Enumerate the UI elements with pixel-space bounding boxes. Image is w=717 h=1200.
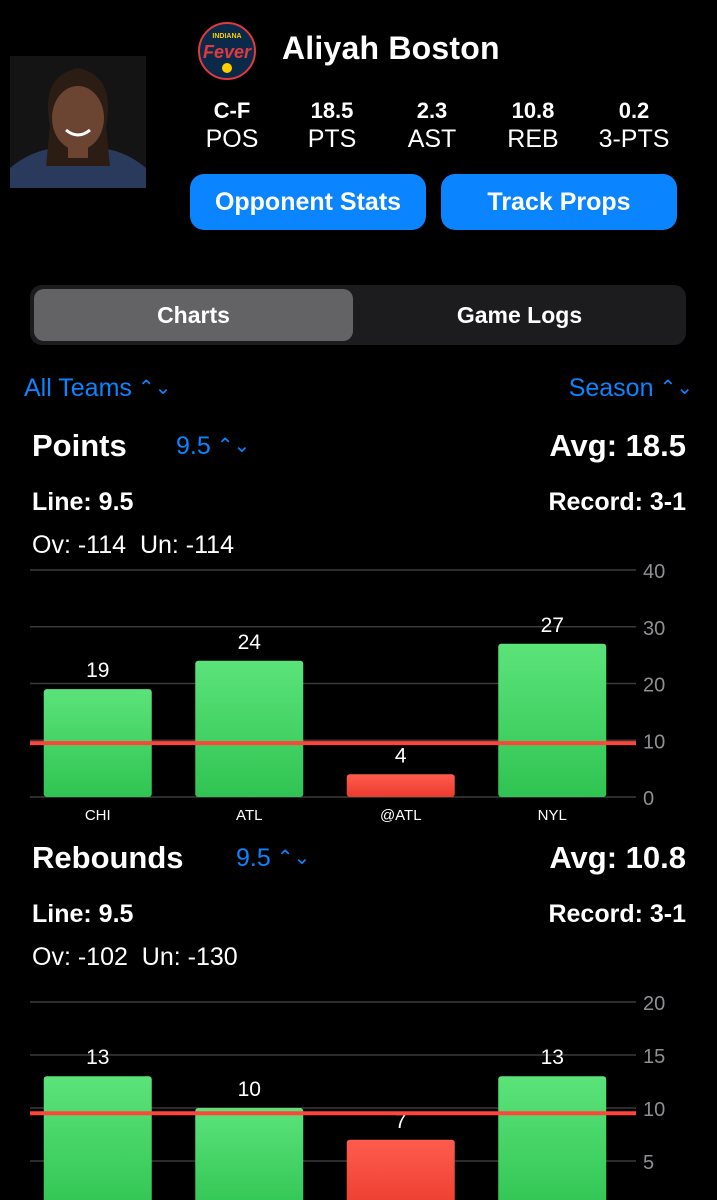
y-tick-label: 20	[643, 675, 665, 697]
rebounds-odds: Ov: -102 Un: -130	[32, 943, 238, 972]
bar	[498, 643, 607, 797]
points-line: Line: 9.5	[32, 488, 134, 516]
stat-value: 18.5	[310, 98, 354, 123]
over-odds: Ov: -102	[32, 943, 128, 971]
bar-value-label: 10	[238, 1078, 261, 1101]
y-tick-label: 10	[643, 731, 665, 753]
points-line-value: 9.5	[176, 432, 211, 460]
chevron-updown-icon: ⌃⌄	[137, 377, 172, 399]
y-tick-label: 10	[643, 1099, 665, 1121]
player-photo	[10, 56, 146, 188]
x-category-label: NYL	[538, 807, 567, 824]
tab-game-logs[interactable]: Game Logs	[357, 289, 682, 341]
stat-label: PTS	[307, 125, 357, 153]
stat-value: 2.3	[416, 98, 448, 123]
svg-text:Fever: Fever	[203, 42, 252, 62]
bar	[346, 774, 455, 797]
points-record: Record: 3-1	[548, 488, 686, 516]
stat-reb: 10.8 REB	[483, 98, 583, 154]
team-logo: INDIANA Fever	[190, 22, 264, 80]
period-filter[interactable]: Season ⌃⌄	[569, 374, 693, 403]
chevron-updown-icon: ⌃⌄	[216, 435, 251, 457]
x-category-label: @ATL	[380, 807, 422, 824]
stat-label: 3-PTS	[598, 125, 670, 153]
bar-value-label: 19	[86, 659, 109, 682]
period-filter-label: Season	[568, 374, 654, 402]
y-tick-label: 0	[643, 788, 654, 810]
bar-value-label: 4	[395, 744, 407, 767]
view-segmented-control: Charts Game Logs	[30, 285, 686, 345]
rebounds-line-select[interactable]: 9.5 ⌃⌄	[236, 844, 310, 873]
rebounds-avg: Avg: 10.8	[549, 840, 686, 875]
tab-charts[interactable]: Charts	[34, 289, 353, 341]
bar	[195, 1108, 304, 1200]
bar	[43, 1076, 152, 1200]
points-title: Points	[32, 428, 127, 463]
y-tick-label: 20	[643, 993, 665, 1015]
rebounds-line-value: 9.5	[236, 844, 271, 872]
bar	[195, 660, 304, 797]
points-line-select[interactable]: 9.5 ⌃⌄	[176, 432, 250, 461]
x-category-label: ATL	[236, 807, 262, 824]
stat-value: C-F	[213, 98, 251, 123]
chevron-updown-icon: ⌃⌄	[659, 377, 693, 399]
points-chart: 0 10 20 30 40 19 CHI 24 ATL 4 @ATL 27 NYL	[30, 561, 665, 824]
teams-filter-label: All Teams	[24, 374, 132, 402]
bar-value-label: 13	[541, 1046, 564, 1069]
rebounds-title: Rebounds	[32, 840, 184, 875]
player-name: Aliyah Boston	[282, 30, 500, 66]
stat-3pts: 0.2 3-PTS	[584, 98, 684, 154]
stat-label: POS	[205, 125, 259, 153]
under-odds: Un: -114	[139, 531, 234, 559]
stat-pos: C-F POS	[182, 98, 282, 154]
bar	[498, 1076, 607, 1200]
bar-value-label: 27	[541, 614, 564, 637]
points-avg: Avg: 18.5	[549, 428, 686, 463]
under-odds: Un: -130	[141, 943, 238, 971]
track-props-button[interactable]: Track Props	[441, 174, 677, 230]
rebounds-chart: 51015201310713	[30, 993, 665, 1200]
svg-text:INDIANA: INDIANA	[212, 33, 241, 40]
stat-value: 0.2	[618, 98, 650, 123]
stat-ast: 2.3 AST	[382, 98, 482, 154]
over-odds: Ov: -114	[32, 531, 127, 559]
stat-pts: 18.5 PTS	[282, 98, 382, 154]
stat-value: 10.8	[511, 98, 555, 123]
rebounds-line: Line: 9.5	[32, 900, 134, 928]
teams-filter[interactable]: All Teams ⌃⌄	[24, 374, 171, 403]
bar-value-label: 24	[238, 631, 262, 654]
points-odds: Ov: -114 Un: -114	[32, 531, 234, 560]
opponent-stats-button[interactable]: Opponent Stats	[190, 174, 426, 230]
rebounds-record: Record: 3-1	[548, 900, 686, 928]
stat-label: REB	[507, 125, 559, 153]
bar	[346, 1139, 455, 1200]
bar-value-label: 13	[86, 1046, 109, 1069]
y-tick-label: 40	[643, 561, 665, 583]
y-tick-label: 5	[643, 1152, 654, 1174]
y-tick-label: 15	[643, 1046, 665, 1068]
y-tick-label: 30	[643, 618, 665, 640]
chevron-updown-icon: ⌃⌄	[276, 847, 311, 869]
stat-label: AST	[407, 125, 457, 153]
x-category-label: CHI	[85, 807, 111, 824]
